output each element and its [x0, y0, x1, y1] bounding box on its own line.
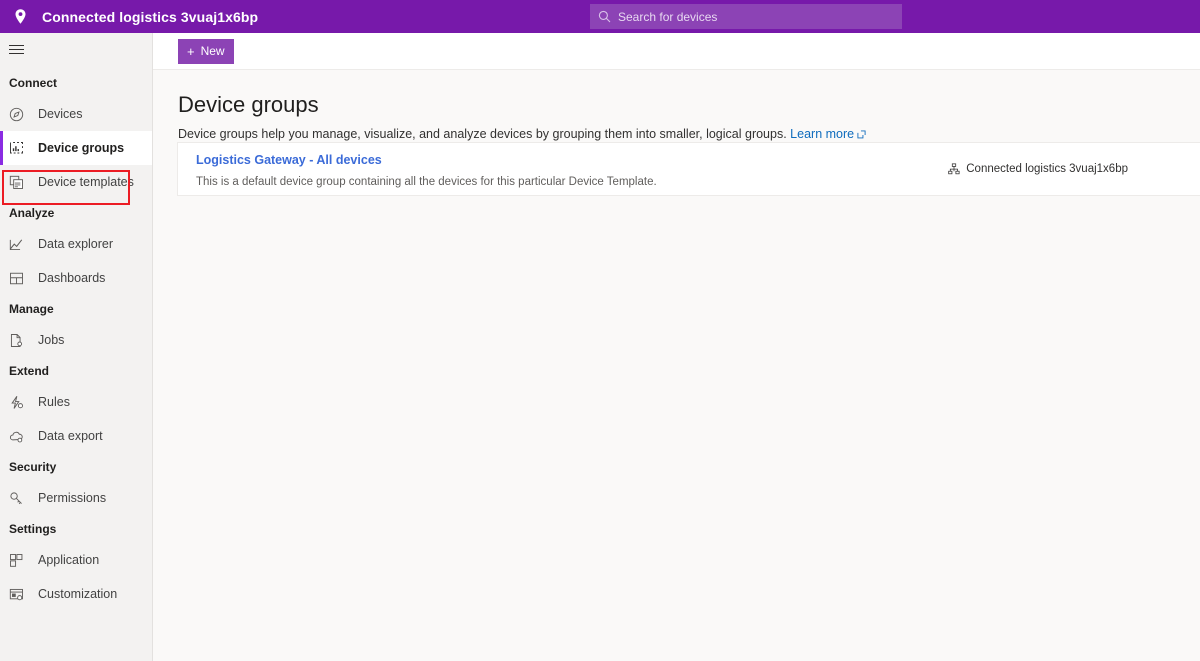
- sidebar-section-security: Security: [0, 453, 152, 481]
- external-link-icon[interactable]: [857, 130, 866, 139]
- sidebar-item-dashboards[interactable]: Dashboards: [0, 261, 152, 295]
- sidebar-item-permissions[interactable]: Permissions: [0, 481, 152, 515]
- sidebar-section-connect: Connect: [0, 69, 152, 97]
- sidebar-item-data-export[interactable]: Data export: [0, 419, 152, 453]
- organization-label: Connected logistics 3vuaj1x6bp: [966, 163, 1128, 175]
- sidebar-item-label: Rules: [38, 395, 70, 409]
- search-icon: [598, 10, 611, 23]
- device-groups-icon: [9, 139, 31, 157]
- hamburger-bars: [9, 45, 24, 57]
- sidebar-item-label: Device templates: [38, 175, 134, 189]
- sidebar-item-device-groups[interactable]: Device groups: [0, 131, 152, 165]
- plus-icon: +: [187, 45, 195, 58]
- sidebar-item-rules[interactable]: Rules: [0, 385, 152, 419]
- learn-more-link[interactable]: Learn more: [790, 127, 854, 141]
- sidebar-item-customization[interactable]: Customization: [0, 577, 152, 611]
- sidebar-item-devices[interactable]: Devices: [0, 97, 152, 131]
- app-header: Connected logistics 3vuaj1x6bp Search fo…: [0, 0, 1200, 33]
- permissions-key-icon: [9, 489, 31, 507]
- app-title: Connected logistics 3vuaj1x6bp: [42, 9, 258, 25]
- search-input[interactable]: Search for devices: [590, 4, 902, 29]
- sidebar-item-device-templates[interactable]: Device templates: [0, 165, 152, 199]
- jobs-icon: [9, 331, 31, 349]
- sidebar: Connect Devices Device groups: [0, 33, 153, 661]
- page-title: Device groups: [178, 92, 1200, 118]
- sidebar-item-label: Customization: [38, 587, 117, 601]
- device-group-link[interactable]: Logistics Gateway - All devices: [196, 153, 382, 167]
- dashboards-icon: [9, 269, 31, 287]
- main-content: + New Device groups Device groups help y…: [153, 33, 1200, 661]
- organization-hierarchy-icon: [948, 163, 960, 175]
- hamburger-menu-icon[interactable]: [0, 33, 153, 69]
- sidebar-item-label: Permissions: [38, 491, 106, 505]
- sidebar-section-manage: Manage: [0, 295, 152, 323]
- new-button[interactable]: + New: [178, 39, 234, 64]
- rules-icon: [9, 393, 31, 411]
- sidebar-item-jobs[interactable]: Jobs: [0, 323, 152, 357]
- sidebar-item-label: Devices: [38, 107, 82, 121]
- sidebar-item-label: Jobs: [38, 333, 64, 347]
- sidebar-item-data-explorer[interactable]: Data explorer: [0, 227, 152, 261]
- sidebar-section-analyze: Analyze: [0, 199, 152, 227]
- device-templates-icon: [9, 173, 31, 191]
- sidebar-item-label: Device groups: [38, 141, 124, 155]
- devices-icon: [9, 105, 31, 123]
- sidebar-section-settings: Settings: [0, 515, 152, 543]
- card-primary-content: Logistics Gateway - All devices This is …: [178, 151, 948, 188]
- sidebar-section-extend: Extend: [0, 357, 152, 385]
- sidebar-item-label: Data export: [38, 429, 103, 443]
- device-group-description: This is a default device group containin…: [196, 176, 948, 188]
- sidebar-item-application[interactable]: Application: [0, 543, 152, 577]
- new-button-label: New: [201, 44, 225, 58]
- search-placeholder: Search for devices: [618, 10, 717, 24]
- sidebar-item-label: Application: [38, 553, 99, 567]
- sidebar-item-label: Data explorer: [38, 237, 113, 251]
- card-org-info: Connected logistics 3vuaj1x6bp: [948, 163, 1200, 175]
- sidebar-item-label: Dashboards: [38, 271, 105, 285]
- customization-icon: [9, 585, 31, 603]
- data-export-icon: [9, 427, 31, 445]
- data-explorer-icon: [9, 235, 31, 253]
- page-subtitle: Device groups help you manage, visualize…: [178, 127, 1200, 141]
- location-pin-icon[interactable]: [0, 0, 40, 33]
- command-toolbar: + New: [153, 33, 1200, 70]
- page-content: Device groups Device groups help you man…: [153, 70, 1200, 141]
- application-icon: [9, 551, 31, 569]
- page-subtitle-text: Device groups help you manage, visualize…: [178, 127, 787, 141]
- device-group-card[interactable]: Logistics Gateway - All devices This is …: [177, 142, 1200, 196]
